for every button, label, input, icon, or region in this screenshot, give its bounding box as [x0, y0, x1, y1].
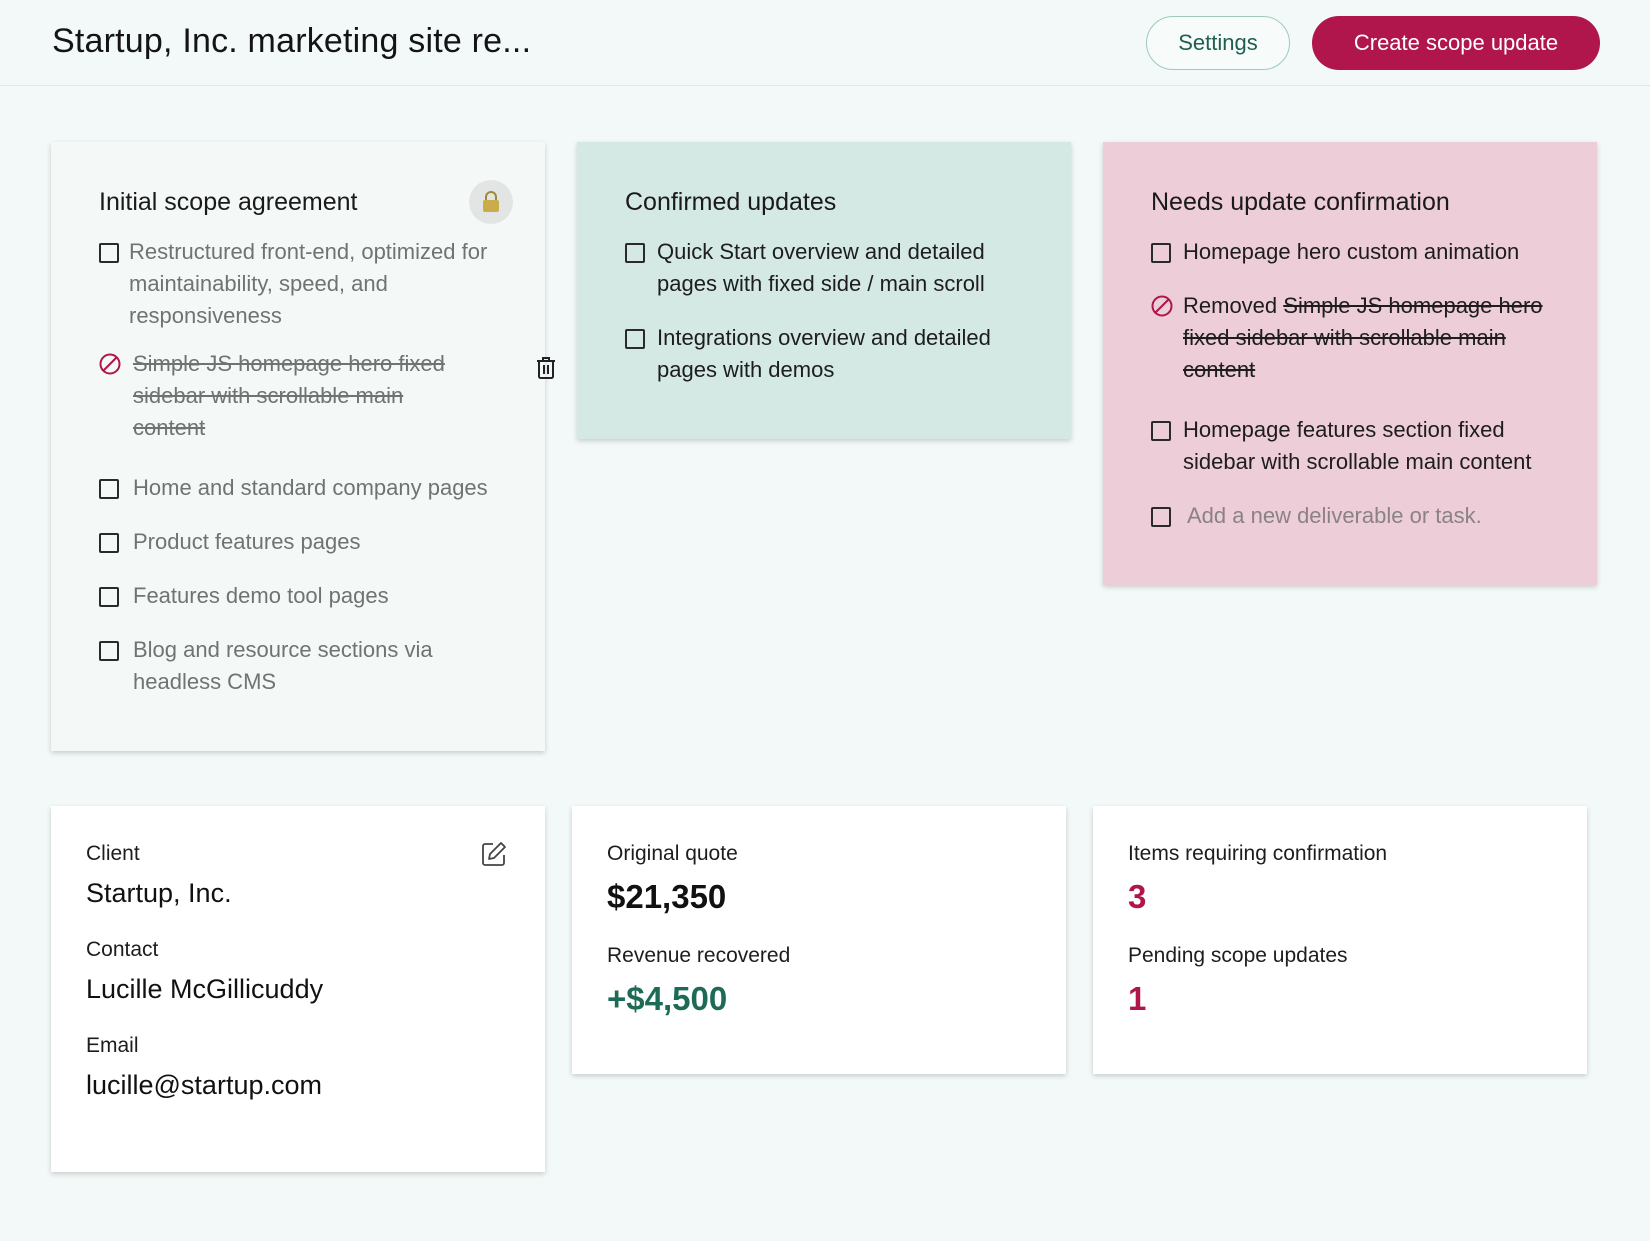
items-summary-card: Items requiring confirmation 3 Pending s… [1093, 806, 1587, 1074]
contact-label: Contact [86, 938, 159, 961]
checkbox [1151, 507, 1171, 527]
items-confirmation-value: 3 [1128, 878, 1147, 915]
list-item: Home and standard company pages [99, 472, 519, 504]
item-text: Features demo tool pages [133, 583, 389, 608]
removed-icon [99, 353, 121, 375]
list-item: Product features pages [99, 526, 519, 558]
list-item: Quick Start overview and detailed pages … [625, 236, 1025, 300]
item-text: Restructured front-end, optimized for ma… [129, 239, 488, 328]
top-bar: Startup, Inc. marketing site re... Setti… [0, 0, 1650, 86]
email-value: lucille@startup.com [86, 1070, 322, 1100]
item-text: Simple JS homepage hero fixed sidebar wi… [133, 351, 445, 440]
item-text: Removed Simple JS homepage hero fixed si… [1151, 290, 1561, 386]
removed-icon [1151, 295, 1173, 317]
contact-value: Lucille McGillicuddy [86, 974, 324, 1004]
list-item-removed: Simple JS homepage hero fixed sidebar wi… [99, 348, 555, 444]
confirmed-updates-card: Confirmed updates Quick Start overview a… [577, 142, 1071, 439]
quote-card: Original quote $21,350 Revenue recovered… [572, 806, 1066, 1074]
list-item: Homepage hero custom animation [1151, 236, 1571, 268]
list-item: Integrations overview and detailed pages… [625, 322, 1025, 386]
client-label: Client [86, 842, 140, 865]
add-deliverable-row: Add a new deliverable or task. [1151, 500, 1571, 532]
create-scope-update-button[interactable]: Create scope update [1312, 16, 1600, 70]
original-quote-value: $21,350 [607, 878, 727, 915]
pending-updates-label: Pending scope updates [1128, 944, 1348, 967]
item-text: Quick Start overview and detailed pages … [657, 239, 985, 296]
removed-prefix: Removed [1183, 293, 1278, 318]
checkbox[interactable] [99, 533, 119, 553]
list-item: Blog and resource sections via headless … [99, 634, 499, 698]
list-item: Features demo tool pages [99, 580, 519, 612]
client-card: Client Startup, Inc. Contact Lucille McG… [51, 806, 545, 1172]
item-text: Homepage features section fixed sidebar … [1183, 417, 1532, 474]
original-quote-label: Original quote [607, 842, 738, 865]
items-confirmation-label: Items requiring confirmation [1128, 842, 1388, 865]
checkbox[interactable] [1151, 243, 1171, 263]
initial-scope-card: Initial scope agreement Restructured fro… [51, 142, 555, 751]
item-text: Integrations overview and detailed pages… [657, 325, 991, 382]
needs-confirmation-card: Needs update confirmation Homepage hero … [1103, 142, 1597, 585]
edit-icon[interactable] [480, 840, 508, 868]
lock-icon[interactable] [469, 180, 513, 224]
item-text: Product features pages [133, 529, 361, 554]
revenue-recovered-label: Revenue recovered [607, 944, 791, 967]
item-text: Home and standard company pages [133, 475, 488, 500]
checkbox[interactable] [99, 479, 119, 499]
checkbox[interactable] [99, 587, 119, 607]
add-deliverable-input[interactable]: Add a new deliverable or task. [1151, 500, 1571, 532]
checkbox[interactable] [99, 641, 119, 661]
confirmed-updates-title: Confirmed updates [625, 188, 837, 216]
item-text: Homepage hero custom animation [1183, 239, 1520, 264]
checkbox[interactable] [625, 243, 645, 263]
client-value: Startup, Inc. [86, 878, 232, 908]
checkbox[interactable] [625, 329, 645, 349]
initial-scope-title: Initial scope agreement [99, 188, 358, 216]
checkbox[interactable] [1151, 421, 1171, 441]
revenue-recovered-value: +$4,500 [607, 980, 728, 1017]
list-item-removed: Removed Simple JS homepage hero fixed si… [1151, 290, 1561, 386]
list-item: Homepage features section fixed sidebar … [1151, 414, 1571, 478]
settings-button[interactable]: Settings [1146, 16, 1290, 70]
needs-confirmation-title: Needs update confirmation [1151, 188, 1450, 216]
checkbox[interactable] [99, 243, 119, 263]
item-text: Blog and resource sections via headless … [133, 637, 433, 694]
page-title: Startup, Inc. marketing site re... [52, 22, 532, 60]
pending-updates-value: 1 [1128, 980, 1147, 1017]
email-label: Email [86, 1034, 139, 1057]
list-item: Restructured front-end, optimized for ma… [99, 236, 519, 332]
trash-icon[interactable] [535, 356, 557, 380]
